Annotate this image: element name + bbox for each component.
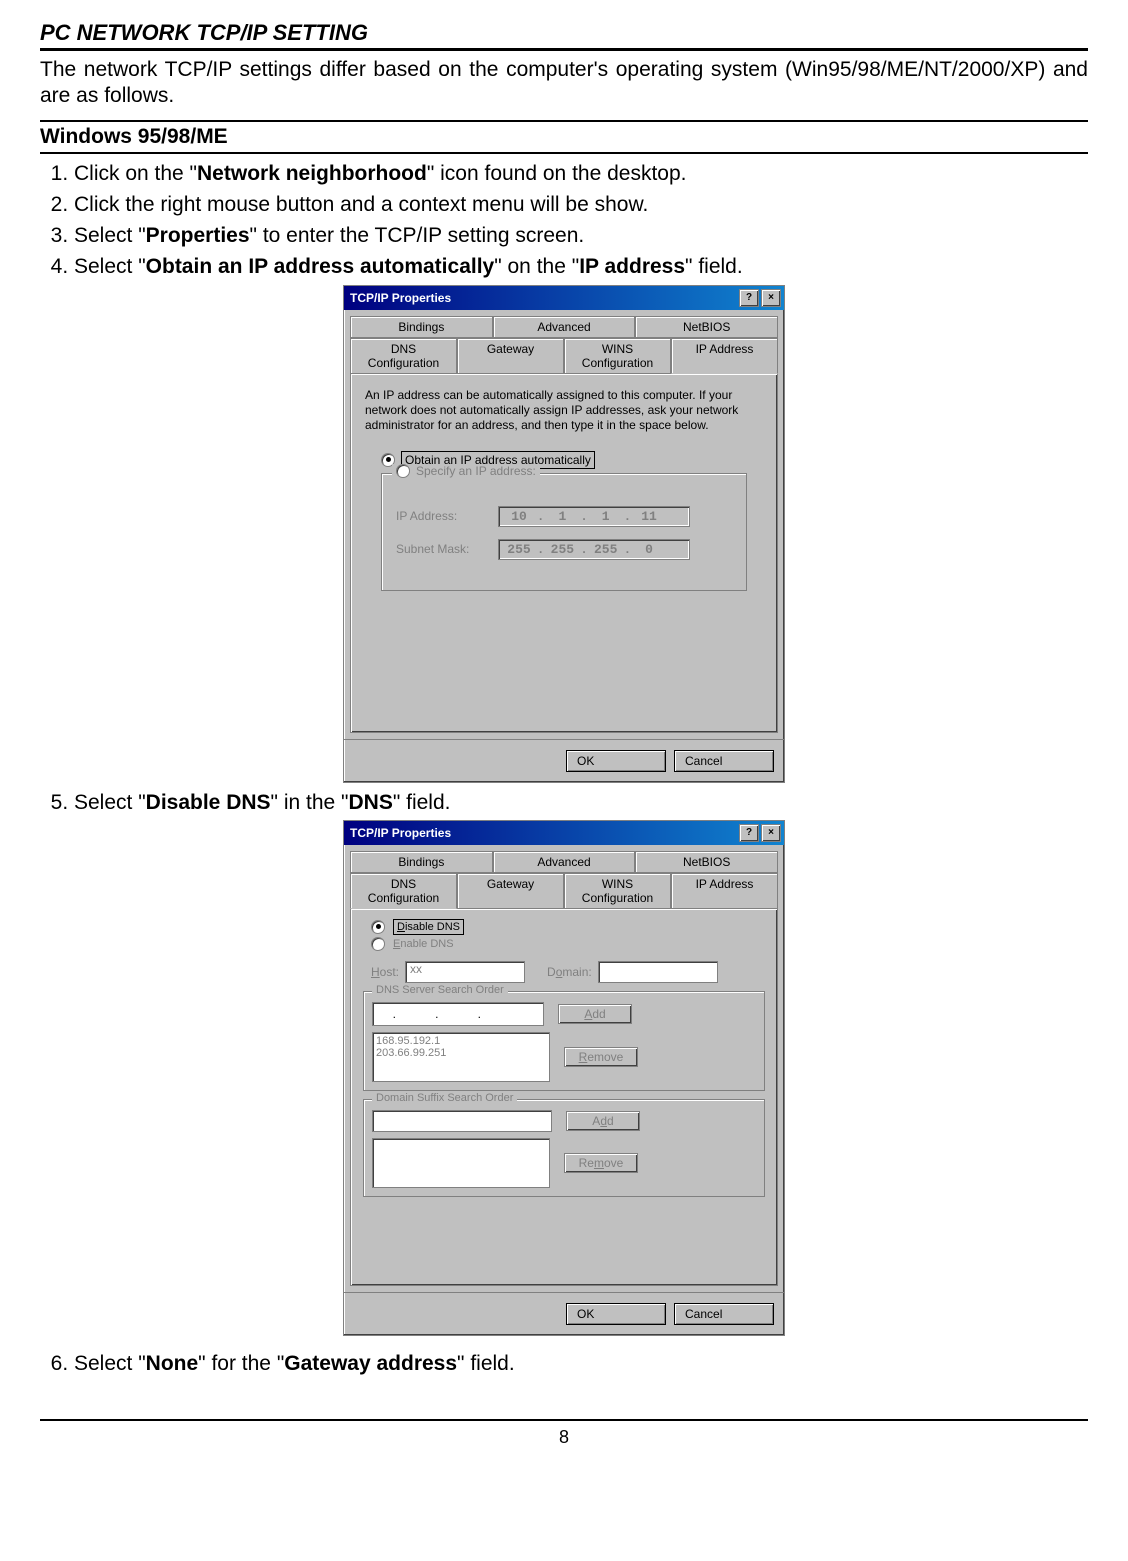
step-6: Select "None" for the "Gateway address" … xyxy=(74,1350,1088,1377)
suffix-input[interactable] xyxy=(372,1110,552,1132)
dialog-titlebar-2: TCP/IP Properties ? × xyxy=(344,821,784,845)
ip-desc-text: An IP address can be automatically assig… xyxy=(365,388,763,433)
ok-button[interactable]: OK xyxy=(566,750,666,772)
dns-listbox[interactable]: 168.95.192.1 203.66.99.251 xyxy=(372,1032,550,1082)
dialog-title: TCP/IP Properties xyxy=(350,291,451,305)
tab-ip-address[interactable]: IP Address xyxy=(671,338,778,374)
add-dns-button[interactable]: Add xyxy=(558,1004,632,1024)
page-number: 8 xyxy=(0,1421,1128,1468)
tabs-front-row-2: DNS Configuration Gateway WINS Configura… xyxy=(350,873,778,909)
remove-dns-button[interactable]: Remove xyxy=(564,1047,638,1067)
help-button[interactable]: ? xyxy=(739,289,759,307)
tcpip-dialog-dns: TCP/IP Properties ? × Bindings Advanced … xyxy=(343,820,785,1336)
dns-ip-input[interactable]: ... xyxy=(372,1002,544,1026)
step-5: Select "Disable DNS" in the "DNS" field. xyxy=(74,789,1088,816)
step-1: Click on the "Network neighborhood" icon… xyxy=(74,160,1088,187)
tabs-back-row: Bindings Advanced NetBIOS xyxy=(350,316,778,338)
tabs-back-row-2: Bindings Advanced NetBIOS xyxy=(350,851,778,873)
label-domain: Domain: xyxy=(547,965,592,979)
group-dns-search-order: DNS Server Search Order ... Add 168.95.1… xyxy=(363,991,765,1091)
steps-list: Click on the "Network neighborhood" icon… xyxy=(46,160,1088,281)
label-subnet-mask: Subnet Mask: xyxy=(396,542,486,556)
label-enable-dns: Enable DNS xyxy=(393,938,454,950)
group-specify-ip: Specify an IP address: IP Address: 10. 1… xyxy=(381,473,747,591)
radio-disable-dns[interactable] xyxy=(371,920,385,934)
step-2: Click the right mouse button and a conte… xyxy=(74,191,1088,218)
tab-wins-2[interactable]: WINS Configuration xyxy=(564,873,671,909)
group-domain-suffix: Domain Suffix Search Order Add Remove xyxy=(363,1099,765,1197)
dialog-title-2: TCP/IP Properties xyxy=(350,826,451,840)
label-ip-address: IP Address: xyxy=(396,509,486,523)
radio-specify-ip[interactable] xyxy=(396,464,410,478)
step-3: Select "Properties" to enter the TCP/IP … xyxy=(74,222,1088,249)
host-input[interactable]: xx xyxy=(405,961,525,983)
label-host: Host: xyxy=(371,965,399,979)
intro-text: The network TCP/IP settings differ based… xyxy=(40,57,1088,110)
close-button-2[interactable]: × xyxy=(761,824,781,842)
tab-dns-config[interactable]: DNS Configuration xyxy=(350,338,457,374)
tab-panel-dns: DDisable DNSisable DNS Enable DNS Host: … xyxy=(350,908,778,1286)
close-button[interactable]: × xyxy=(761,289,781,307)
remove-suffix-button[interactable]: Remove xyxy=(564,1153,638,1173)
tab-advanced[interactable]: Advanced xyxy=(493,316,636,338)
label-specify-ip: Specify an IP address: xyxy=(416,464,536,478)
steps-list-3: Select "None" for the "Gateway address" … xyxy=(46,1350,1088,1377)
help-button-2[interactable]: ? xyxy=(739,824,759,842)
legend-dns-search: DNS Server Search Order xyxy=(372,984,508,996)
ip-address-field[interactable]: 10. 1. 1. 11 xyxy=(498,506,690,527)
dialog-titlebar: TCP/IP Properties ? × xyxy=(344,286,784,310)
tab-netbios-2[interactable]: NetBIOS xyxy=(635,851,778,873)
tab-gateway[interactable]: Gateway xyxy=(457,338,564,374)
sub-heading: Windows 95/98/ME xyxy=(40,120,1088,154)
ok-button-2[interactable]: OK xyxy=(566,1303,666,1325)
tab-gateway-2[interactable]: Gateway xyxy=(457,873,564,909)
tab-ip-address-2[interactable]: IP Address xyxy=(671,873,778,909)
subnet-mask-field[interactable]: 255. 255. 255. 0 xyxy=(498,539,690,560)
tab-bindings[interactable]: Bindings xyxy=(350,316,493,338)
section-title: PC NETWORK TCP/IP SETTING xyxy=(40,20,1088,51)
tab-advanced-2[interactable]: Advanced xyxy=(493,851,636,873)
tab-netbios[interactable]: NetBIOS xyxy=(635,316,778,338)
tcpip-dialog-ipaddress: TCP/IP Properties ? × Bindings Advanced … xyxy=(343,285,785,783)
radio-enable-dns[interactable] xyxy=(371,937,385,951)
tab-bindings-2[interactable]: Bindings xyxy=(350,851,493,873)
tab-panel-ip: An IP address can be automatically assig… xyxy=(350,373,778,733)
steps-list-2: Select "Disable DNS" in the "DNS" field. xyxy=(46,789,1088,816)
tab-wins[interactable]: WINS Configuration xyxy=(564,338,671,374)
cancel-button-2[interactable]: Cancel xyxy=(674,1303,774,1325)
add-suffix-button[interactable]: Add xyxy=(566,1111,640,1131)
domain-input[interactable] xyxy=(598,961,718,983)
step-4: Select "Obtain an IP address automatical… xyxy=(74,253,1088,280)
label-disable-dns: DDisable DNSisable DNS xyxy=(393,919,464,935)
tab-dns-config-2[interactable]: DNS Configuration xyxy=(350,873,457,909)
cancel-button[interactable]: Cancel xyxy=(674,750,774,772)
suffix-listbox[interactable] xyxy=(372,1138,550,1188)
tabs-front-row: DNS Configuration Gateway WINS Configura… xyxy=(350,338,778,374)
legend-suffix-search: Domain Suffix Search Order xyxy=(372,1092,517,1104)
